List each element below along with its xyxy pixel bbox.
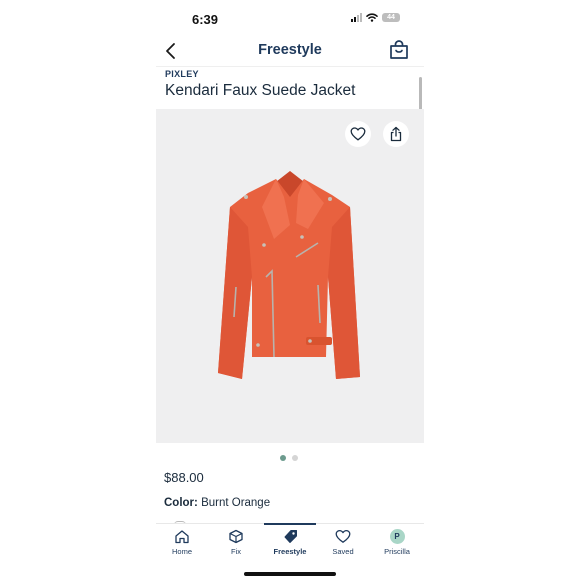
wifi-icon — [366, 13, 378, 22]
status-icons: 44 — [351, 13, 400, 22]
header-divider — [156, 66, 424, 67]
status-bar: 6:39 44 — [156, 8, 424, 30]
heart-icon — [335, 529, 351, 543]
product-name: Kendari Faux Suede Jacket — [165, 82, 356, 99]
tab-home-label: Home — [171, 547, 192, 556]
tab-saved[interactable]: Saved — [319, 529, 367, 556]
product-price: $88.00 — [164, 470, 204, 485]
favorite-button[interactable] — [345, 121, 371, 147]
battery-icon: 44 — [382, 13, 400, 22]
share-button[interactable] — [383, 121, 409, 147]
top-nav-bar: Freestyle — [156, 36, 424, 66]
heart-icon — [350, 127, 366, 141]
shopping-bag-button[interactable] — [388, 39, 410, 61]
carousel-dot-2[interactable] — [292, 455, 298, 461]
tab-profile-label: Priscilla — [384, 547, 410, 556]
tab-saved-label: Saved — [332, 547, 354, 556]
status-time: 6:39 — [192, 12, 219, 27]
bottom-tab-bar: Home Fix Freestyle Saved P Priscilla — [156, 523, 424, 563]
tag-icon — [284, 530, 297, 543]
active-tab-indicator — [264, 523, 316, 525]
app-screen: 6:39 44 Freestyle PIXLEY Kendari Faux Su… — [156, 0, 424, 580]
home-icon — [175, 530, 189, 544]
product-color: Color: Burnt Orange — [164, 497, 270, 509]
product-brand: PIXLEY — [165, 69, 199, 79]
cellular-signal-icon — [351, 13, 362, 22]
page-title: Freestyle — [258, 42, 322, 58]
box-icon — [229, 529, 243, 544]
carousel-dot-1[interactable] — [280, 455, 286, 461]
avatar: P — [389, 529, 405, 544]
carousel-dots — [280, 455, 298, 461]
tab-freestyle[interactable]: Freestyle — [266, 529, 314, 556]
tab-fix-label: Fix — [231, 547, 241, 556]
shopping-bag-icon — [390, 40, 408, 59]
color-label: Color: — [164, 497, 198, 509]
jacket-image — [218, 171, 360, 379]
home-indicator[interactable] — [244, 572, 336, 576]
tab-freestyle-label: Freestyle — [273, 547, 307, 556]
color-value: Burnt Orange — [201, 497, 271, 509]
tab-profile[interactable]: P Priscilla — [373, 529, 421, 556]
share-icon — [390, 126, 402, 142]
tab-fix[interactable]: Fix — [212, 529, 260, 556]
product-image-carousel[interactable] — [156, 109, 424, 443]
tab-home[interactable]: Home — [158, 529, 206, 556]
